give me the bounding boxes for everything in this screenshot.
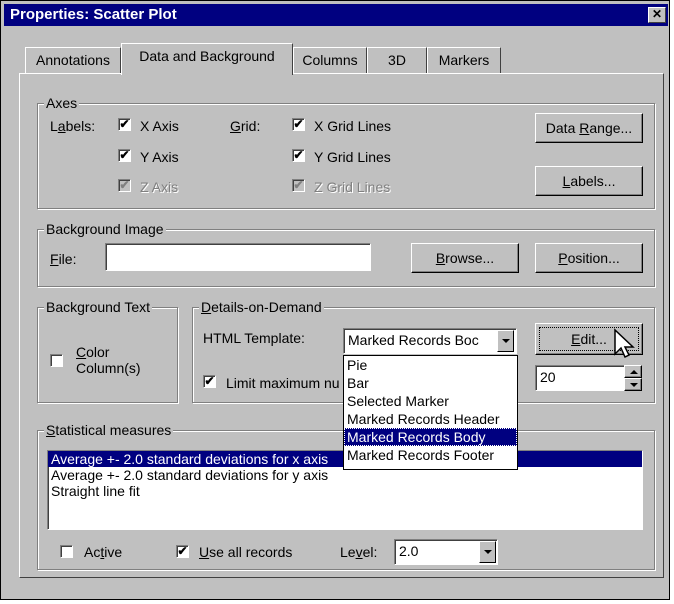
dropdown-option-marked-records-footer[interactable]: Marked Records Footer (344, 446, 517, 464)
color-columns-label-line1: Color (76, 344, 110, 360)
dropdown-option-bar[interactable]: Bar (344, 374, 517, 392)
x-grid-lines-checkbox[interactable]: ✔ (292, 118, 305, 131)
tab-label: Data and Background (139, 48, 275, 64)
z-axis-label: Z Axis (140, 179, 179, 195)
dropdown-option-marked-records-header[interactable]: Marked Records Header (344, 410, 517, 428)
html-template-dropdown-button[interactable] (497, 330, 514, 352)
use-all-records-checkbox[interactable]: ✔ (176, 545, 189, 558)
y-axis-label: Y Axis (140, 149, 179, 165)
tab-label: Annotations (36, 52, 110, 68)
spin-down-button[interactable] (624, 378, 642, 391)
labels-button[interactable]: Labels... (535, 166, 643, 196)
tab-label: Columns (302, 52, 358, 68)
tab-markers[interactable]: Markers (427, 47, 501, 73)
y-grid-lines-checkbox[interactable]: ✔ (292, 149, 305, 162)
details-on-demand-legend: Details-on-Demand (199, 299, 324, 315)
color-columns-label-line2: Column(s) (76, 360, 141, 376)
title-bar[interactable]: Properties: Scatter Plot ✕ (4, 4, 668, 26)
background-text-legend: Background Text (44, 299, 153, 315)
z-grid-lines-label: Z Grid Lines (314, 179, 391, 195)
limit-value-input[interactable]: 20 (535, 365, 625, 391)
html-template-value: Marked Records Boc (348, 332, 479, 348)
limit-maximum-label: Limit maximum nu (226, 375, 340, 391)
active-checkbox[interactable] (60, 545, 73, 558)
html-template-select[interactable]: Marked Records Boc (343, 328, 517, 354)
limit-spinner (624, 365, 642, 391)
chevron-down-icon (484, 550, 492, 554)
html-template-label: HTML Template: (203, 330, 305, 346)
background-image-legend: Background Image (44, 221, 166, 237)
statistical-measures-legend: Statistical measures (44, 422, 174, 438)
z-grid-lines-checkbox: ✔ (292, 178, 305, 192)
axes-legend: Axes (44, 95, 80, 111)
data-range-button[interactable]: Data Range... (535, 113, 643, 143)
dropdown-option-marked-records-body[interactable]: Marked Records Body (344, 428, 517, 446)
spin-up-button[interactable] (624, 365, 642, 378)
tab-label: Markers (438, 52, 490, 68)
level-value: 2.0 (399, 543, 419, 559)
x-axis-checkbox[interactable]: ✔ (118, 118, 131, 131)
z-axis-checkbox: ✔ (118, 178, 131, 192)
tab-columns[interactable]: Columns (293, 47, 367, 73)
tab-data-and-background[interactable]: Data and Background (121, 43, 293, 75)
window-title: Properties: Scatter Plot (10, 6, 177, 23)
tab-annotations[interactable]: Annotations (25, 47, 121, 73)
chevron-down-icon (630, 383, 638, 387)
limit-maximum-checkbox[interactable]: ✔ (203, 375, 216, 388)
list-item[interactable]: Straight line fit (48, 483, 642, 499)
mouse-cursor-icon (614, 328, 635, 359)
close-icon: ✕ (651, 7, 663, 21)
chevron-up-icon (630, 370, 638, 374)
active-label: Active (84, 544, 123, 560)
html-template-dropdown-list[interactable]: Pie Bar Selected Marker Marked Records H… (343, 355, 518, 470)
chevron-down-icon (502, 339, 510, 343)
use-all-records-label: Use all records (199, 544, 293, 560)
level-dropdown-button[interactable] (479, 541, 496, 563)
axes-grid-title: Grid: (230, 118, 261, 134)
tab-label: 3D (388, 52, 406, 68)
dropdown-option-selected-marker[interactable]: Selected Marker (344, 392, 517, 410)
x-grid-lines-label: X Grid Lines (314, 118, 392, 134)
y-grid-lines-label: Y Grid Lines (314, 149, 391, 165)
position-button[interactable]: Position... (535, 243, 643, 273)
file-label: File: (50, 251, 77, 267)
level-label: Level: (340, 544, 378, 560)
axes-labels-title: Labels: (50, 118, 96, 134)
x-axis-label: X Axis (140, 118, 179, 134)
tab-3d[interactable]: 3D (367, 47, 427, 73)
color-columns-checkbox[interactable] (50, 354, 63, 367)
y-axis-checkbox[interactable]: ✔ (118, 149, 131, 162)
close-button[interactable]: ✕ (648, 7, 666, 23)
browse-button[interactable]: Browse... (411, 243, 519, 273)
dropdown-option-pie[interactable]: Pie (344, 356, 517, 374)
file-input[interactable] (105, 243, 371, 271)
